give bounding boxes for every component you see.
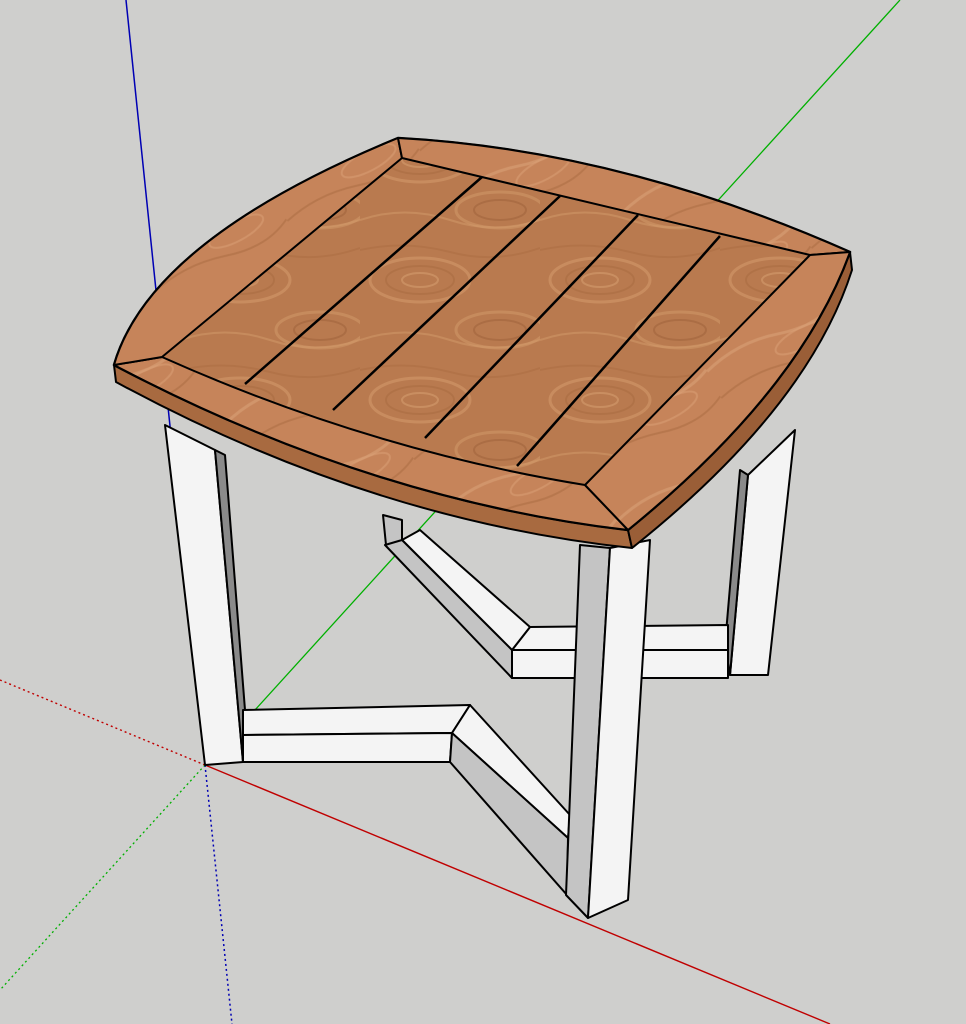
left-stretcher-top[interactable] xyxy=(242,704,471,736)
modeling-viewport[interactable] xyxy=(0,0,966,1024)
back-stretcher-top[interactable] xyxy=(401,529,531,651)
blue-axis-dotted xyxy=(204,764,233,1024)
green-axis-dotted xyxy=(0,764,206,991)
left-stretcher-front[interactable] xyxy=(242,732,453,763)
3d-scene[interactable] xyxy=(0,0,966,1024)
red-axis-dotted xyxy=(0,679,206,766)
